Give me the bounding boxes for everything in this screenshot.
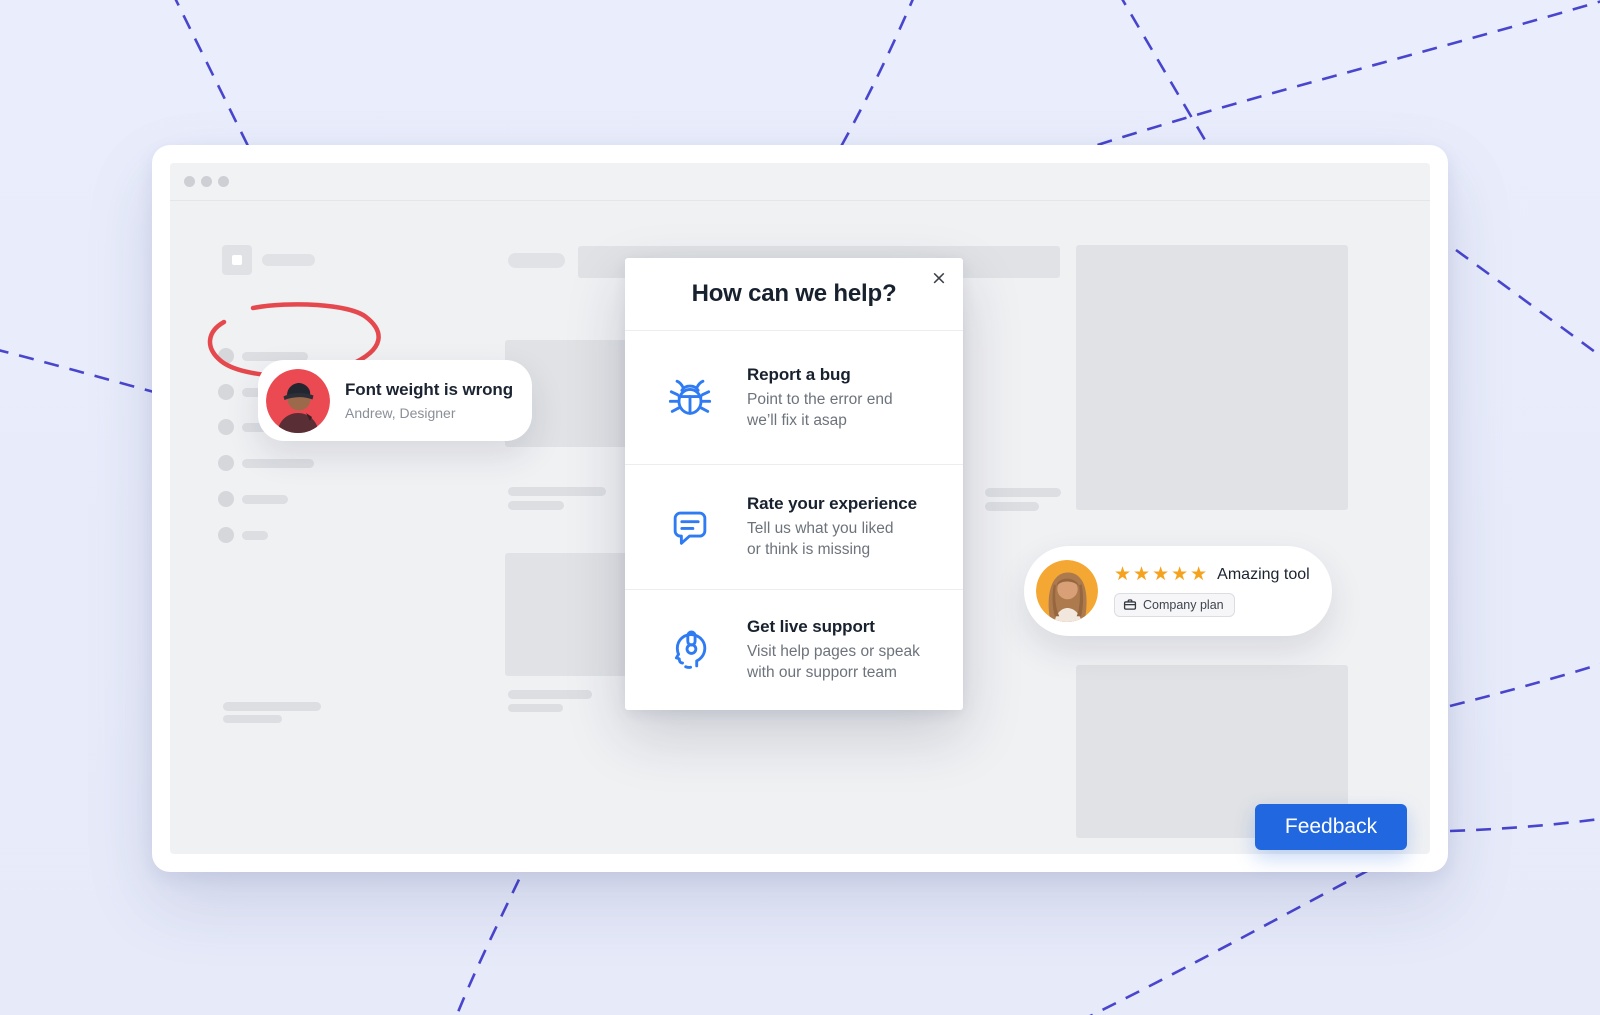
skeleton-text-line bbox=[508, 487, 606, 496]
help-modal: How can we help? × Report a bug Point to… bbox=[625, 258, 963, 710]
skeleton-nav-dot bbox=[218, 491, 234, 507]
skeleton-text-line bbox=[508, 704, 563, 712]
skeleton-text-line bbox=[985, 502, 1039, 511]
feedback-button-label: Feedback bbox=[1285, 815, 1377, 839]
review-title: Amazing tool bbox=[1217, 566, 1310, 584]
reviewer-avatar bbox=[1036, 560, 1098, 622]
skeleton-text-line bbox=[985, 488, 1061, 497]
feedback-button[interactable]: Feedback bbox=[1255, 804, 1407, 850]
star-rating: ★★★★★ bbox=[1114, 565, 1209, 584]
skeleton-nav-dot bbox=[218, 455, 234, 471]
briefcase-icon bbox=[1123, 598, 1137, 612]
option-live-support[interactable]: Get live support Visit help pages or spe… bbox=[625, 590, 963, 709]
skeleton-footer-line bbox=[223, 702, 321, 711]
skeleton-text-line bbox=[508, 501, 564, 510]
headset-icon bbox=[667, 627, 713, 673]
illustration-stage: Font weight is wrong Andrew, Designer Ho… bbox=[0, 0, 1600, 1015]
female-avatar-illustration bbox=[1036, 560, 1098, 622]
male-avatar-illustration bbox=[266, 369, 330, 433]
modal-title: How can we help? bbox=[692, 280, 897, 308]
skeleton-logo-label bbox=[262, 254, 315, 266]
option-report-bug[interactable]: Report a bug Point to the error end we’l… bbox=[625, 331, 963, 465]
option-desc-line: Visit help pages or speak bbox=[747, 641, 920, 662]
skeleton-breadcrumb bbox=[508, 253, 565, 268]
comment-card: Font weight is wrong Andrew, Designer bbox=[258, 360, 532, 441]
option-desc-line: with our supporr team bbox=[747, 662, 920, 683]
plan-badge: Company plan bbox=[1114, 593, 1235, 617]
review-card: ★★★★★ Amazing tool Company plan bbox=[1024, 546, 1332, 636]
option-rate-experience[interactable]: Rate your experience Tell us what you li… bbox=[625, 465, 963, 590]
skeleton-media-card bbox=[1076, 245, 1348, 510]
window-titlebar bbox=[170, 163, 1430, 201]
skeleton-nav-line bbox=[242, 495, 288, 504]
chat-icon bbox=[667, 504, 713, 550]
option-desc-line: we’ll fix it asap bbox=[747, 410, 893, 431]
option-title: Rate your experience bbox=[747, 494, 917, 514]
skeleton-text-line bbox=[508, 690, 592, 699]
option-title: Report a bug bbox=[747, 365, 893, 385]
skeleton-logo bbox=[222, 245, 252, 275]
skeleton-nav-dot bbox=[218, 419, 234, 435]
plan-badge-label: Company plan bbox=[1143, 598, 1224, 612]
window-control-dot bbox=[184, 176, 195, 187]
commenter-avatar bbox=[266, 369, 330, 433]
skeleton-nav-dot bbox=[218, 527, 234, 543]
option-desc-line: Point to the error end bbox=[747, 389, 893, 410]
bug-icon bbox=[667, 375, 713, 421]
skeleton-nav-line bbox=[242, 531, 268, 540]
modal-header: How can we help? × bbox=[625, 258, 963, 331]
skeleton-footer-line bbox=[223, 715, 282, 723]
comment-author: Andrew, Designer bbox=[345, 405, 513, 421]
comment-title: Font weight is wrong bbox=[345, 380, 513, 400]
option-desc-line: Tell us what you liked bbox=[747, 518, 917, 539]
window-control-dot bbox=[218, 176, 229, 187]
option-desc-line: or think is missing bbox=[747, 539, 917, 560]
window-control-dot bbox=[201, 176, 212, 187]
close-icon[interactable]: × bbox=[928, 267, 950, 289]
option-title: Get live support bbox=[747, 617, 920, 637]
skeleton-nav-line bbox=[242, 459, 314, 468]
